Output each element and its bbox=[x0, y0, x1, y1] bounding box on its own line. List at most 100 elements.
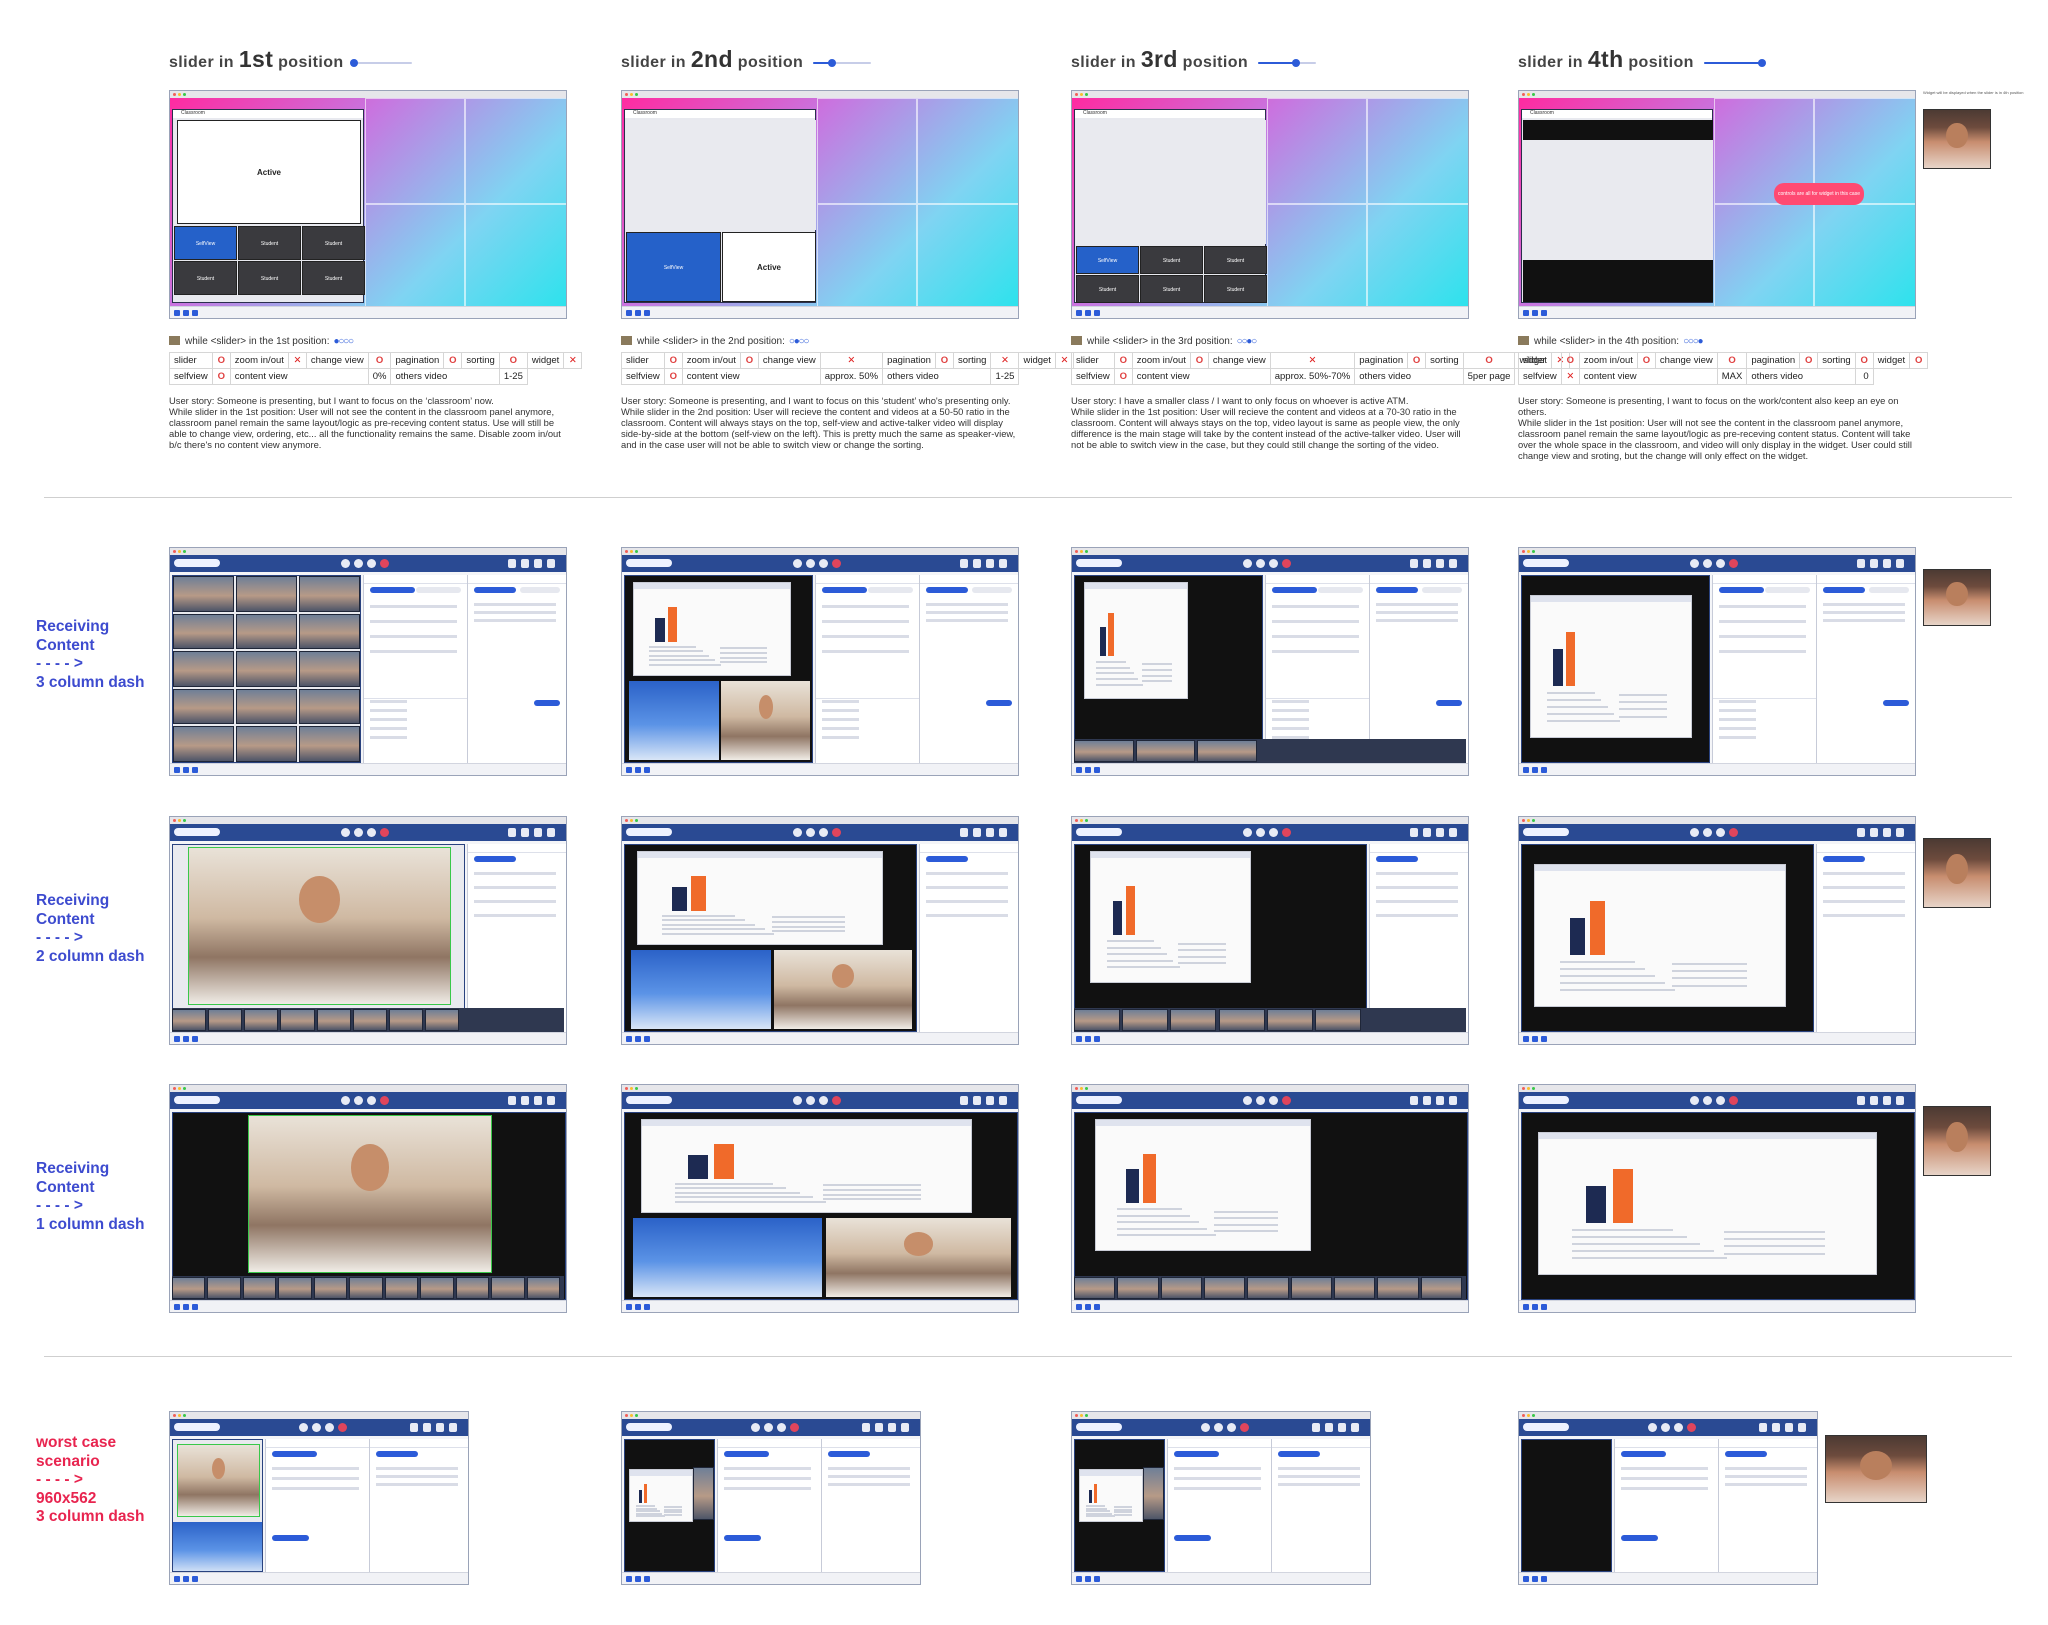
share-button[interactable] bbox=[325, 1423, 334, 1432]
nav-tab-icon[interactable] bbox=[449, 1423, 457, 1432]
waiting-tab[interactable] bbox=[1765, 587, 1810, 593]
participant-tile[interactable] bbox=[173, 651, 234, 687]
waiting-tab[interactable] bbox=[416, 587, 461, 593]
participant-thumbnail[interactable] bbox=[242, 1277, 277, 1299]
nav-tab-icon[interactable] bbox=[973, 559, 981, 568]
participant-thumbnail[interactable] bbox=[1160, 1277, 1202, 1299]
breakout-rooms-tab[interactable] bbox=[272, 1534, 309, 1541]
nav-tab-icon[interactable] bbox=[547, 828, 555, 837]
nav-tab-icon[interactable] bbox=[1883, 559, 1891, 568]
nav-tab-icon[interactable] bbox=[547, 1096, 555, 1105]
nav-tab-icon[interactable] bbox=[521, 559, 529, 568]
window-control-dot[interactable] bbox=[635, 93, 638, 96]
nav-tab-icon[interactable] bbox=[1410, 559, 1418, 568]
participant-row[interactable] bbox=[724, 1487, 811, 1490]
window-control-dot[interactable] bbox=[630, 550, 633, 553]
slider-knob[interactable] bbox=[1757, 58, 1766, 67]
window-control-dot[interactable] bbox=[625, 550, 628, 553]
share-button[interactable] bbox=[819, 1096, 829, 1105]
slider-knob[interactable] bbox=[1292, 58, 1301, 67]
nav-tab-icon[interactable] bbox=[436, 1423, 444, 1432]
nav-tab-icon[interactable] bbox=[1857, 559, 1865, 568]
share-button[interactable] bbox=[367, 828, 377, 837]
mic-button[interactable] bbox=[1661, 1423, 1670, 1432]
participant-thumbnail[interactable] bbox=[1314, 1009, 1361, 1031]
participant-tile[interactable] bbox=[236, 688, 297, 725]
teaching-app-item[interactable] bbox=[370, 700, 407, 704]
mic-button[interactable] bbox=[1703, 828, 1713, 837]
search-input[interactable] bbox=[1523, 828, 1569, 836]
floating-video-widget[interactable] bbox=[1825, 1435, 1927, 1503]
camera-button[interactable] bbox=[1690, 828, 1700, 837]
window-control-dot[interactable] bbox=[178, 819, 181, 822]
view-toggle-icon[interactable] bbox=[192, 1576, 198, 1582]
nav-tab-icon[interactable] bbox=[1896, 1096, 1904, 1105]
participant-thumbnail[interactable] bbox=[280, 1009, 315, 1031]
everyone-tab[interactable] bbox=[376, 1451, 418, 1457]
camera-button[interactable] bbox=[1690, 1096, 1700, 1105]
participant-tile[interactable] bbox=[299, 651, 360, 687]
view-toggle-icon[interactable] bbox=[1532, 767, 1538, 773]
breakout-rooms-tab[interactable] bbox=[1174, 1534, 1211, 1541]
view-toggle-icon[interactable] bbox=[192, 1036, 198, 1042]
mic-button[interactable] bbox=[354, 1096, 364, 1105]
camera-button[interactable] bbox=[299, 1423, 308, 1432]
window-control-dot[interactable] bbox=[1532, 93, 1535, 96]
teaching-app-item[interactable] bbox=[370, 718, 407, 722]
breakout-rooms-tab[interactable] bbox=[1621, 1534, 1658, 1541]
breakout-button[interactable] bbox=[986, 700, 1012, 707]
participant-tile[interactable] bbox=[236, 726, 297, 762]
participant-thumbnail[interactable] bbox=[208, 1009, 243, 1031]
teaching-app-item[interactable] bbox=[1272, 709, 1309, 713]
window-control-dot[interactable] bbox=[173, 93, 176, 96]
participant-thumbnail[interactable] bbox=[1074, 1009, 1121, 1031]
slider-knob[interactable] bbox=[828, 58, 837, 67]
share-button[interactable] bbox=[1269, 559, 1279, 568]
teaching-app-item[interactable] bbox=[1719, 727, 1756, 731]
slider-indicator[interactable] bbox=[349, 58, 412, 68]
participant-row[interactable] bbox=[822, 605, 909, 608]
mic-button[interactable] bbox=[806, 828, 816, 837]
mic-button[interactable] bbox=[1256, 1096, 1266, 1105]
window-control-dot[interactable] bbox=[1527, 550, 1530, 553]
view-toggle-icon[interactable] bbox=[1532, 1036, 1538, 1042]
window-control-dot[interactable] bbox=[1075, 1087, 1078, 1090]
view-toggle-icon[interactable] bbox=[644, 1576, 650, 1582]
view-toggle-icon[interactable] bbox=[1085, 1576, 1091, 1582]
view-toggle-icon[interactable] bbox=[1094, 1576, 1100, 1582]
participant-row[interactable] bbox=[1719, 605, 1806, 608]
participant-thumbnail[interactable] bbox=[172, 1009, 207, 1031]
window-control-dot[interactable] bbox=[183, 1414, 186, 1417]
mic-button[interactable] bbox=[312, 1423, 321, 1432]
participant-thumbnail[interactable] bbox=[491, 1277, 525, 1299]
view-toggle-icon[interactable] bbox=[1085, 1036, 1091, 1042]
view-toggle-icon[interactable] bbox=[635, 1576, 641, 1582]
window-control-dot[interactable] bbox=[625, 1087, 628, 1090]
everyone-tab[interactable] bbox=[1823, 587, 1865, 593]
window-control-dot[interactable] bbox=[1080, 1087, 1083, 1090]
share-button[interactable] bbox=[1269, 1096, 1279, 1105]
hangup-button[interactable] bbox=[380, 559, 390, 568]
view-toggle-icon[interactable] bbox=[192, 310, 198, 316]
window-control-dot[interactable] bbox=[183, 1087, 186, 1090]
participant-thumbnail[interactable] bbox=[1247, 1277, 1289, 1299]
view-toggle-icon[interactable] bbox=[1532, 1304, 1538, 1310]
view-toggle-icon[interactable] bbox=[1085, 310, 1091, 316]
window-control-dot[interactable] bbox=[183, 93, 186, 96]
nav-tab-icon[interactable] bbox=[901, 1423, 909, 1432]
view-toggle-icon[interactable] bbox=[1532, 1576, 1538, 1582]
participant-row[interactable] bbox=[370, 635, 457, 638]
waiting-tab[interactable] bbox=[1318, 587, 1363, 593]
share-button[interactable] bbox=[367, 559, 377, 568]
teaching-app-item[interactable] bbox=[1719, 736, 1756, 740]
participant-row[interactable] bbox=[272, 1477, 359, 1480]
view-toggle-icon[interactable] bbox=[1523, 767, 1529, 773]
participant-tile[interactable] bbox=[173, 576, 234, 612]
window-control-dot[interactable] bbox=[630, 93, 633, 96]
view-toggle-icon[interactable] bbox=[1094, 310, 1100, 316]
search-input[interactable] bbox=[1523, 1096, 1569, 1104]
floating-video-widget[interactable] bbox=[1923, 838, 1991, 908]
nav-tab-icon[interactable] bbox=[999, 559, 1007, 568]
window-control-dot[interactable] bbox=[625, 819, 628, 822]
search-input[interactable] bbox=[174, 1423, 220, 1431]
